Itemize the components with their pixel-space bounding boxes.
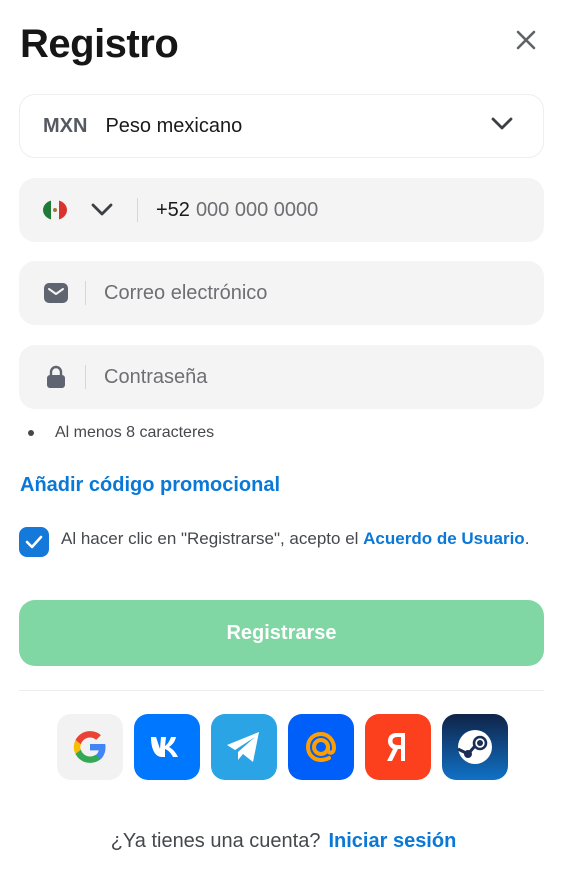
lock-icon: [43, 364, 69, 390]
field-separator: [85, 281, 86, 305]
vk-login-button[interactable]: [134, 714, 200, 780]
password-input[interactable]: [104, 365, 544, 389]
login-link[interactable]: Iniciar sesión: [328, 830, 456, 852]
close-icon: [516, 30, 536, 50]
phone-prefix: +52: [156, 198, 190, 221]
field-separator: [137, 198, 138, 222]
currency-code: MXN: [43, 114, 88, 137]
chevron-down-icon: [91, 203, 113, 216]
google-login-button[interactable]: [57, 714, 123, 780]
vk-icon: [151, 737, 178, 757]
steam-icon: [457, 730, 492, 764]
yandex-icon: [387, 733, 405, 761]
telegram-icon: [227, 732, 259, 762]
mexico-flag-icon: [43, 200, 67, 220]
close-button[interactable]: [510, 24, 542, 56]
envelope-icon: [43, 280, 69, 306]
bullet-icon: [28, 430, 34, 436]
phone-field: +52: [19, 178, 544, 242]
agreement-checkbox[interactable]: [19, 527, 49, 557]
agreement-text: Al hacer clic en "Registrarse", acepto e…: [61, 527, 529, 557]
page-title: Registro: [20, 22, 179, 66]
checkmark-icon: [25, 535, 43, 549]
agreement-label: Al hacer clic en "Registrarse", acepto e…: [61, 529, 364, 548]
telegram-login-button[interactable]: [211, 714, 277, 780]
mail-ru-icon: [305, 731, 337, 763]
google-icon: [73, 731, 106, 763]
user-agreement: Al hacer clic en "Registrarse", acepto e…: [19, 527, 539, 557]
agreement-suffix: .: [524, 529, 530, 548]
register-button[interactable]: Registrarse: [19, 600, 544, 666]
password-field: [19, 345, 544, 409]
email-input[interactable]: [104, 281, 544, 305]
chevron-down-icon: [491, 117, 513, 130]
country-code-dropdown[interactable]: [91, 203, 113, 217]
steam-login-button[interactable]: [442, 714, 508, 780]
mail-ru-login-button[interactable]: [288, 714, 354, 780]
add-promo-code-link[interactable]: Añadir código promocional: [20, 474, 280, 497]
password-hint: Al menos 8 caracteres: [28, 424, 214, 442]
currency-select[interactable]: MXN Peso mexicano: [19, 94, 544, 158]
yandex-login-button[interactable]: [365, 714, 431, 780]
divider: [19, 690, 544, 691]
login-prompt: ¿Ya tienes una cuenta? Iniciar sesión: [0, 830, 567, 853]
phone-input[interactable]: [195, 198, 544, 222]
user-agreement-link[interactable]: Acuerdo de Usuario: [363, 529, 525, 548]
password-hint-text: Al menos 8 caracteres: [55, 424, 215, 441]
social-login-list: [57, 714, 508, 780]
email-field: [19, 261, 544, 325]
currency-name: Peso mexicano: [105, 114, 243, 137]
field-separator: [85, 365, 86, 389]
login-prompt-text: ¿Ya tienes una cuenta?: [110, 830, 321, 852]
